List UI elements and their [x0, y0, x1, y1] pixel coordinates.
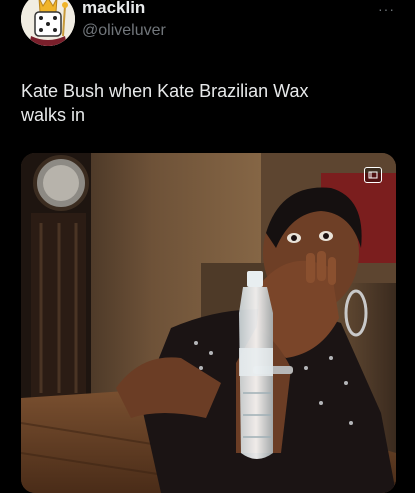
- tweet-media-video[interactable]: [21, 153, 396, 493]
- display-name[interactable]: macklin: [82, 0, 166, 18]
- video-badge-glyph: [368, 171, 378, 179]
- tweet-text-line-2: walks in: [21, 105, 86, 125]
- dice-king-avatar-icon: [21, 0, 75, 46]
- tweet-text: Kate Bush when Kate Brazilian Wax walks …: [21, 79, 391, 127]
- avatar[interactable]: [21, 0, 75, 46]
- video-frame-image: [21, 153, 396, 493]
- gif-badge-icon[interactable]: [364, 167, 382, 183]
- tweet-text-line-1: Kate Bush when Kate Brazilian Wax: [21, 81, 309, 101]
- more-options-icon[interactable]: ···: [378, 2, 395, 16]
- username[interactable]: @oliveluver: [82, 21, 166, 41]
- author-block[interactable]: macklin @oliveluver: [82, 0, 166, 41]
